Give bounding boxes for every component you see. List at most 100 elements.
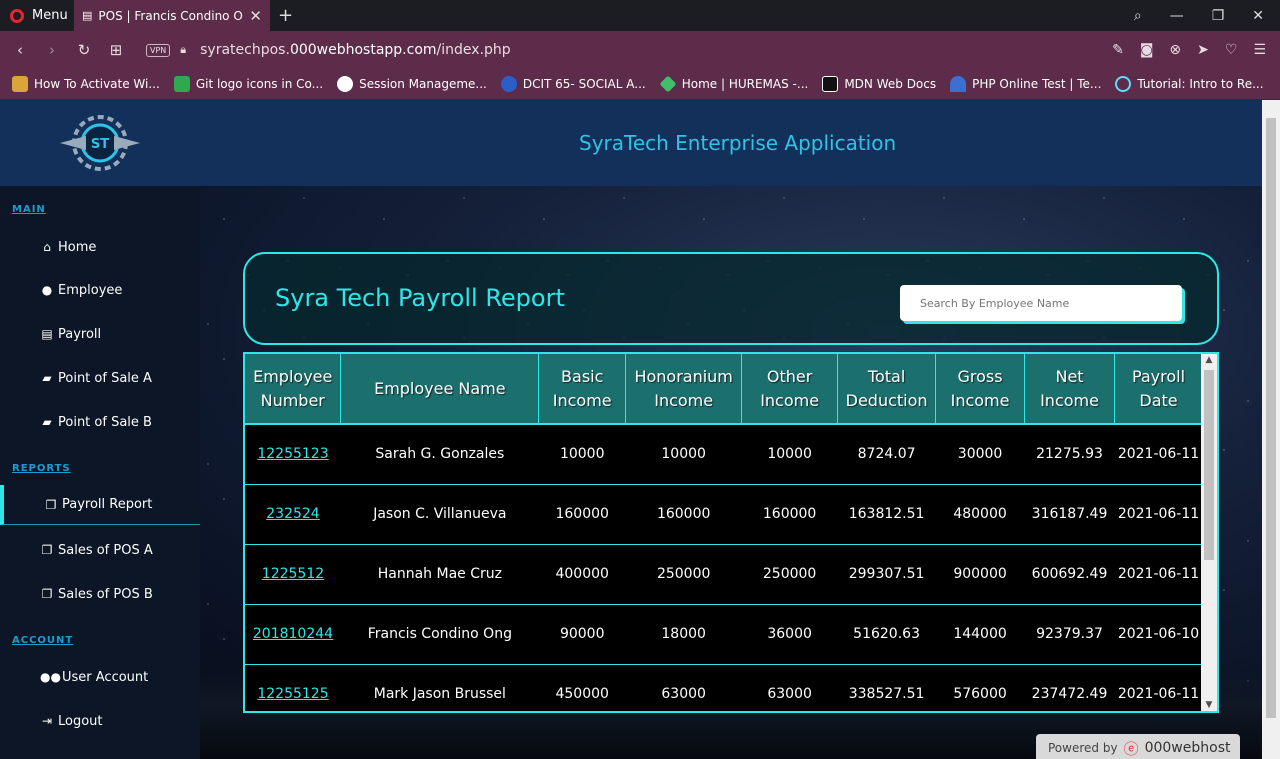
close-window-icon[interactable]: ✕	[1252, 8, 1264, 24]
employee-number-link[interactable]: 12255125	[257, 686, 328, 702]
table-cell: 160000	[741, 484, 838, 545]
forward-icon[interactable]: ›	[36, 41, 68, 59]
bookmark-favicon-icon	[337, 76, 354, 92]
employee-number-link[interactable]: 1225512	[262, 566, 324, 582]
webhost-name: 000webhost	[1144, 740, 1231, 756]
sidebar-item-label: Logout	[58, 713, 103, 729]
sidebar-item-payroll-report[interactable]: ❐ Payroll Report	[0, 485, 200, 525]
table-cell: Mark Jason Brussel	[340, 664, 539, 711]
reload-icon[interactable]: ↻	[68, 41, 100, 59]
tab-favicon-icon: ▤	[82, 9, 93, 22]
browser-tab[interactable]: ▤ POS | Francis Condino Ong ✕	[74, 0, 270, 31]
employee-number-link[interactable]: 232524	[266, 506, 319, 522]
new-tab-button[interactable]: +	[278, 5, 293, 26]
sidebar-item-label: Home	[58, 239, 97, 255]
sidebar-item-payroll[interactable]: ▤ Payroll	[0, 314, 200, 354]
employee-number-link[interactable]: 201810244	[253, 626, 333, 642]
sidebar-item-label: Point of Sale A	[58, 370, 152, 386]
easy-setup-icon[interactable]: ☰	[1253, 42, 1266, 58]
tab-grid-icon[interactable]: ⊞	[100, 41, 132, 59]
employee-number-cell[interactable]: 1225512	[245, 544, 341, 605]
column-header: Gross Income	[935, 354, 1026, 425]
table-cell: 21275.93	[1024, 424, 1115, 485]
webhost-logo-icon: ⓔ	[1123, 739, 1139, 758]
table-cell: 10000	[538, 424, 626, 485]
table-cell: 90000	[538, 604, 626, 665]
column-header: Total Deduction	[837, 354, 937, 425]
bookmark-item[interactable]: Session Manageme...	[337, 76, 487, 92]
browser-tab-bar: Menu ▤ POS | Francis Condino Ong ✕ + ⌕ —…	[0, 0, 1280, 31]
powered-by-badge[interactable]: Powered by ⓔ 000webhost	[1036, 734, 1240, 759]
bookmark-favicon-icon	[12, 76, 28, 92]
sidebar-item-label: User Account	[62, 669, 149, 685]
camera-icon[interactable]: ◙	[1140, 42, 1154, 58]
employee-number-cell[interactable]: 12255123	[245, 424, 341, 485]
sidebar-item-logout[interactable]: ⇥ Logout	[0, 701, 200, 741]
bookmark-label: Git logo icons in Co...	[195, 77, 324, 91]
lock-icon[interactable]: 🔒︎	[180, 43, 186, 57]
search-input[interactable]	[900, 285, 1182, 321]
sidebar-item-pos-a[interactable]: ▰ Point of Sale A	[0, 358, 200, 398]
bookmark-item[interactable]: Git logo icons in Co...	[173, 76, 324, 92]
scroll-down-icon[interactable]: ▼	[1201, 700, 1217, 710]
app-header: ST SyraTech Enterprise Application	[0, 100, 1262, 186]
minimize-icon[interactable]: —	[1170, 8, 1184, 24]
employee-number-cell[interactable]: 232524	[245, 484, 341, 545]
table-cell: 63000	[625, 664, 742, 711]
bookmark-favicon-icon	[822, 76, 839, 92]
table-cell: 92379.37	[1024, 604, 1115, 665]
page-scrollbar-thumb[interactable]	[1266, 118, 1276, 718]
restore-icon[interactable]: ❐	[1212, 8, 1225, 24]
heart-icon[interactable]: ♡	[1225, 42, 1238, 58]
sidebar-section-account: ACCOUNT	[12, 635, 74, 646]
column-header: Net Income	[1024, 354, 1115, 425]
sidebar-item-label: Sales of POS B	[58, 586, 153, 602]
table-cell: 10000	[625, 424, 742, 485]
column-header: Honoranium Income	[625, 354, 743, 425]
table-scrollbar[interactable]: ▲ ▼	[1201, 354, 1217, 711]
table-cell: 237472.49	[1024, 664, 1115, 711]
sidebar-item-pos-b[interactable]: ▰ Point of Sale B	[0, 402, 200, 442]
url-domain: 000webhostapp.com	[289, 42, 437, 58]
url-field[interactable]: syratechpos.000webhostapp.com/index.php	[200, 42, 511, 58]
bookmark-item[interactable]: How To Activate Wi...	[12, 76, 160, 92]
send-icon[interactable]: ➤	[1197, 42, 1209, 58]
table-scrollbar-thumb[interactable]	[1204, 370, 1214, 560]
sidebar-section-main: MAIN	[12, 204, 46, 215]
bookmark-label: How To Activate Wi...	[34, 77, 160, 91]
vpn-badge[interactable]: VPN	[146, 43, 171, 57]
svg-text:ST: ST	[91, 137, 109, 152]
table-cell: 250000	[741, 544, 838, 605]
sidebar-item-employee[interactable]: ● Employee	[0, 270, 200, 310]
back-icon[interactable]: ‹	[4, 41, 36, 59]
table-cell: 450000	[538, 664, 626, 711]
table-cell: 600692.49	[1024, 544, 1115, 605]
edit-icon[interactable]: ✎	[1112, 42, 1124, 58]
search-tabs-icon[interactable]: ⌕	[1134, 8, 1142, 24]
sidebar-item-label: Payroll	[58, 326, 102, 342]
sidebar-item-user-account[interactable]: ●● User Account	[0, 657, 200, 697]
employee-number-cell[interactable]: 201810244	[245, 604, 341, 665]
browser-menu-button[interactable]: Menu	[0, 0, 72, 31]
report-title: Syra Tech Payroll Report	[275, 284, 565, 312]
adblock-icon[interactable]: ⊗	[1169, 42, 1181, 58]
bookmark-item[interactable]: PHP Online Test | Te...	[950, 76, 1101, 92]
sidebar-item-sales-pos-b[interactable]: ❐ Sales of POS B	[0, 574, 200, 614]
bookmark-item[interactable]: Home | HUREMAS -...	[659, 75, 808, 93]
bookmark-item[interactable]: DCIT 65- SOCIAL A...	[500, 76, 646, 92]
sidebar-item-home[interactable]: ⌂ Home	[0, 227, 200, 267]
employee-number-link[interactable]: 12255123	[257, 446, 328, 462]
table-cell: 299307.51	[837, 544, 936, 605]
table-cell: 338527.51	[837, 664, 936, 711]
employee-number-cell[interactable]: 12255125	[245, 664, 341, 711]
bookmark-item[interactable]: Tutorial: Intro to Re...	[1115, 76, 1264, 92]
page-scrollbar[interactable]	[1262, 100, 1280, 759]
tab-close-icon[interactable]: ✕	[249, 7, 262, 25]
bookmark-label: MDN Web Docs	[844, 77, 937, 91]
bookmark-item[interactable]: MDN Web Docs	[822, 76, 936, 92]
table-cell: 2021-06-11	[1114, 424, 1203, 485]
sidebar-item-sales-pos-a[interactable]: ❐ Sales of POS A	[0, 530, 200, 570]
bookmark-label: Tutorial: Intro to Re...	[1137, 77, 1264, 91]
column-header: Employee Name	[340, 354, 540, 425]
scroll-up-icon[interactable]: ▲	[1201, 355, 1217, 365]
